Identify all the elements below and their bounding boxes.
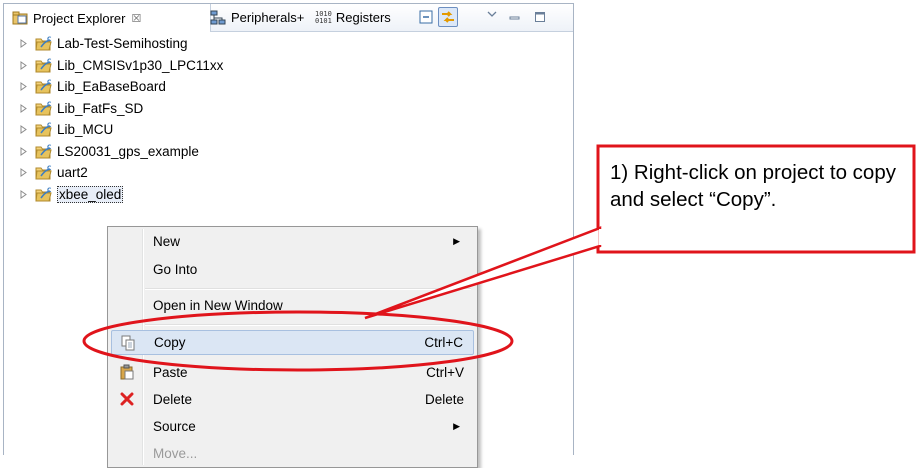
menu-item-label: Go Into	[153, 262, 198, 277]
tree-item-label: Lib_EaBaseBoard	[57, 79, 166, 94]
menu-item-go-into[interactable]: Go Into	[111, 257, 474, 282]
tree-item[interactable]: C Lib_MCU	[18, 119, 113, 140]
svg-text:C: C	[47, 36, 52, 43]
menu-item-accelerator: Delete	[424, 392, 464, 407]
paste-icon	[118, 363, 136, 381]
tab-registers[interactable]: 1010 0101 Registers	[315, 4, 391, 31]
c-project-folder-icon: C	[35, 144, 53, 159]
tree-item-label: uart2	[57, 165, 88, 180]
copy-icon	[119, 334, 137, 352]
link-with-editor-icon[interactable]	[438, 7, 458, 27]
menu-item-source[interactable]: Source ▶	[111, 414, 474, 439]
tree-item-label: Lib_CMSISv1p30_LPC11xx	[57, 57, 224, 73]
tab-peripherals-label: Peripherals+	[231, 10, 305, 25]
tree-item[interactable]: C Lib_EaBaseBoard	[18, 76, 166, 97]
minimize-icon[interactable]	[504, 7, 524, 27]
tree-item-label: Lib_FatFs_SD	[57, 100, 144, 116]
menu-item-accelerator: Ctrl+C	[424, 335, 463, 350]
tree-item-label: LS20031_gps_example	[57, 143, 199, 159]
c-project-folder-icon: C	[35, 101, 53, 116]
tree-item[interactable]: C Lib_FatFs_SD	[18, 98, 143, 119]
menu-item-new[interactable]: New ▶	[111, 229, 474, 254]
expand-arrow-icon[interactable]	[18, 81, 30, 93]
registers-icon: 1010 0101	[315, 9, 332, 25]
svg-text:C: C	[47, 144, 52, 151]
svg-text:C: C	[47, 187, 52, 194]
svg-text:C: C	[47, 58, 52, 65]
svg-text:C: C	[47, 165, 52, 172]
svg-text:C: C	[47, 79, 52, 86]
expand-arrow-icon[interactable]	[18, 102, 30, 114]
expand-arrow-icon[interactable]	[18, 124, 30, 136]
callout-text: 1) Right-click on project to copy and se…	[610, 161, 896, 211]
submenu-arrow-icon: ▶	[453, 236, 460, 246]
view-tab-bar: Project Explorer ☒ Peripherals+ 1010 010…	[4, 4, 573, 32]
c-project-folder-icon: C	[35, 36, 53, 51]
tree-item[interactable]: C Lab-Test-Semihosting	[18, 33, 188, 54]
c-project-folder-icon: C	[35, 165, 53, 180]
c-project-folder-icon: C	[35, 122, 53, 137]
tree-item-label: xbee_oled	[57, 185, 124, 203]
tree-item[interactable]: Cxbee_oled	[18, 184, 124, 205]
menu-separator	[145, 324, 471, 326]
svg-text:C: C	[47, 101, 52, 108]
menu-item-label: Delete	[153, 392, 193, 407]
view-menu-icon[interactable]	[482, 5, 502, 25]
menu-item-label: Paste	[153, 365, 188, 380]
submenu-arrow-icon: ▶	[453, 421, 460, 431]
tree-item-label: Lab-Test-Semihosting	[57, 36, 188, 51]
c-project-folder-icon: C	[35, 58, 53, 73]
menu-item-paste[interactable]: Paste Ctrl+V	[111, 360, 474, 385]
menu-item-accelerator: Ctrl+V	[426, 365, 464, 380]
expand-arrow-icon[interactable]	[18, 167, 30, 179]
expand-arrow-icon[interactable]	[18, 38, 30, 50]
peripherals-icon	[210, 10, 226, 26]
callout-pointer-join	[599, 229, 603, 245]
c-project-folder-icon: C	[35, 79, 53, 94]
c-project-folder-icon: C	[35, 187, 53, 202]
menu-item-delete[interactable]: Delete Delete	[111, 387, 474, 412]
context-menu: New ▶ Go Into Open in New Window Copy Ct…	[107, 226, 478, 468]
tab-registers-label: Registers	[335, 10, 391, 25]
expand-arrow-icon[interactable]	[18, 145, 30, 157]
tab-peripherals[interactable]: Peripherals+	[210, 4, 304, 31]
close-icon[interactable]: ☒	[131, 12, 141, 25]
project-explorer-icon	[12, 10, 28, 26]
svg-text:C: C	[47, 122, 52, 129]
menu-separator	[145, 288, 471, 290]
menu-item-open-in-new-window[interactable]: Open in New Window	[111, 293, 474, 318]
menu-item-copy[interactable]: Copy Ctrl+C	[111, 330, 474, 355]
tab-project-explorer[interactable]: Project Explorer ☒	[4, 4, 211, 32]
expand-arrow-icon[interactable]	[18, 59, 30, 71]
tree-item-label: Lib_MCU	[57, 122, 114, 137]
menu-item-label: Copy	[154, 335, 186, 350]
collapse-all-icon[interactable]	[416, 7, 436, 27]
tree-item[interactable]: C LS20031_gps_example	[18, 141, 199, 162]
menu-item-label: Source	[153, 419, 196, 434]
expand-arrow-icon[interactable]	[18, 188, 30, 200]
tree-item[interactable]: C Lib_CMSISv1p30_LPC11xx	[18, 55, 223, 76]
delete-icon	[118, 390, 136, 408]
menu-item-label: New	[153, 234, 181, 249]
maximize-icon[interactable]	[530, 7, 550, 27]
tree-item[interactable]: Cuart2	[18, 162, 88, 183]
tab-project-explorer-label: Project Explorer	[33, 10, 126, 26]
menu-item-label: Open in New Window	[153, 298, 283, 313]
